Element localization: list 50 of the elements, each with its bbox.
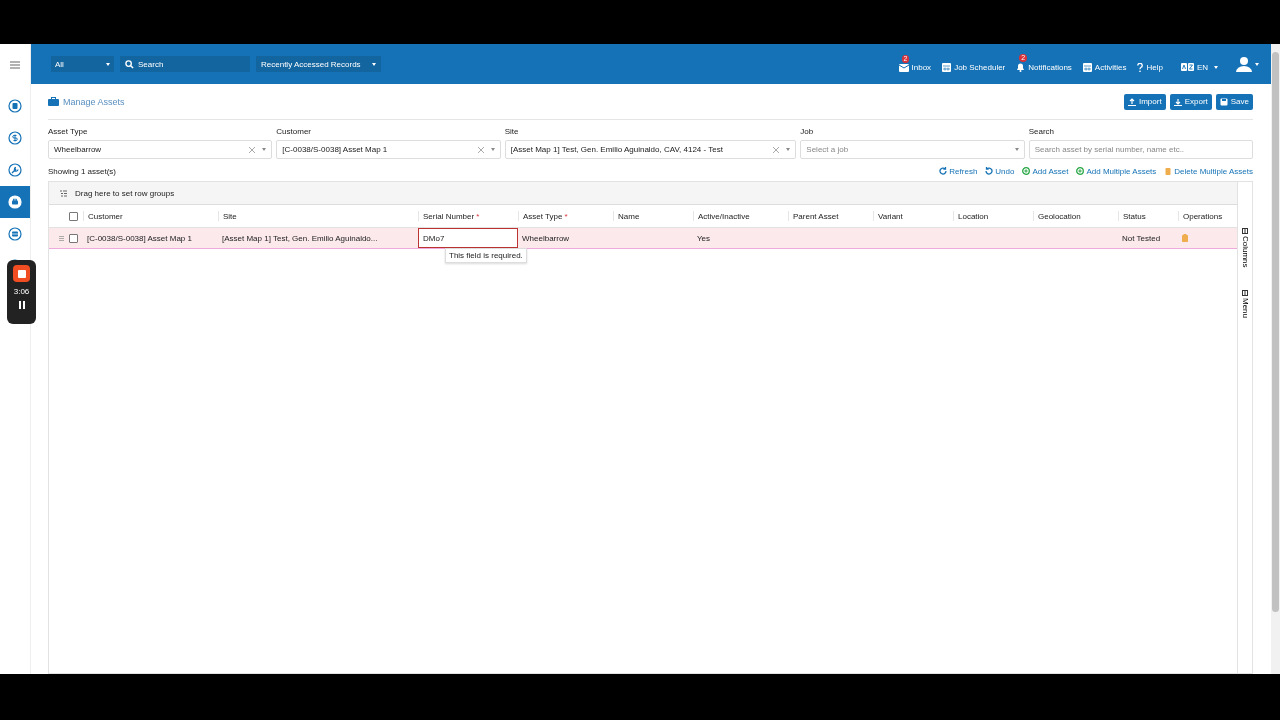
column-header[interactable]: Asset Type * [518, 211, 613, 221]
serial-number-field[interactable]: DMo7 [423, 233, 445, 243]
column-header[interactable]: Parent Asset [788, 211, 873, 221]
page-title: Manage Assets [63, 96, 125, 107]
table-cell: [Asset Map 1] Test, Gen. Emilio Aguinaldo... [222, 233, 378, 243]
nav-link[interactable]: Help [1137, 54, 1163, 74]
filter-dropdown[interactable]: [Asset Map 1] Test, Gen. Emilio Aguinaldo, CAV, 4124 - Test [504, 140, 797, 159]
column-header[interactable]: Serial Number * [418, 211, 518, 221]
recording-time: 3:06 [13, 287, 30, 296]
scope-dropdown[interactable]: All [51, 56, 114, 72]
row-group-hint: Drag here to set row groups [75, 188, 175, 198]
language-selector[interactable]: EN [1180, 54, 1218, 74]
field-label: Customer [276, 127, 313, 136]
field-label: Asset Type [48, 127, 89, 136]
side-panel-tab[interactable]: Columns [1240, 228, 1250, 268]
column-header[interactable]: Site [218, 211, 418, 221]
table-cell: [C-0038/S-0038] Asset Map 1 [87, 233, 192, 243]
action-link[interactable]: Add Multiple Assets [1076, 166, 1157, 176]
side-panel-tab[interactable]: Menu [1240, 289, 1250, 318]
table-cell: Wheelbarrow [522, 233, 570, 243]
field-label: Job [800, 127, 815, 136]
column-header[interactable]: Geolocation [1033, 211, 1118, 221]
action-link[interactable]: Delete Multiple Assets [1164, 166, 1253, 176]
column-header[interactable]: Active/Inactive [693, 211, 788, 221]
field-label: Search [1028, 127, 1056, 136]
toolbar-button[interactable]: Save [1215, 93, 1253, 110]
action-link[interactable]: Refresh [939, 166, 978, 176]
field-label: Site [504, 127, 520, 136]
search-field[interactable]: Search [120, 56, 250, 72]
filter-dropdown[interactable]: [C-0038/S-0038] Asset Map 1 [276, 140, 501, 159]
action-link[interactable]: Undo [985, 166, 1015, 176]
filter-dropdown[interactable]: Select a job [800, 140, 1025, 159]
column-header[interactable]: Operations [1178, 211, 1237, 221]
table-cell: Not Tested [1122, 233, 1161, 243]
recent-records-dropdown[interactable]: Recently Accessed Records [256, 56, 381, 72]
column-header[interactable]: Customer [83, 211, 218, 221]
column-header[interactable]: Status [1118, 211, 1178, 221]
column-header[interactable]: Variant [873, 211, 953, 221]
column-header[interactable]: Location [953, 211, 1033, 221]
filter-dropdown[interactable]: Wheelbarrow [48, 140, 273, 159]
action-link[interactable]: Add Asset [1022, 166, 1069, 176]
asset-count: Showing 1 asset(s) [48, 166, 117, 176]
search-field[interactable]: Search asset by serial number, name etc.. [1028, 140, 1253, 159]
validation-tooltip: This field is required. [445, 248, 527, 263]
nav-link[interactable]: Job Scheduler [942, 54, 1006, 74]
column-header[interactable]: Name [613, 211, 693, 221]
toolbar-button[interactable]: Export [1169, 93, 1212, 110]
table-cell: Yes [697, 233, 711, 243]
nav-link[interactable]: Activities [1082, 54, 1127, 74]
toolbar-button[interactable]: Import [1123, 93, 1166, 110]
